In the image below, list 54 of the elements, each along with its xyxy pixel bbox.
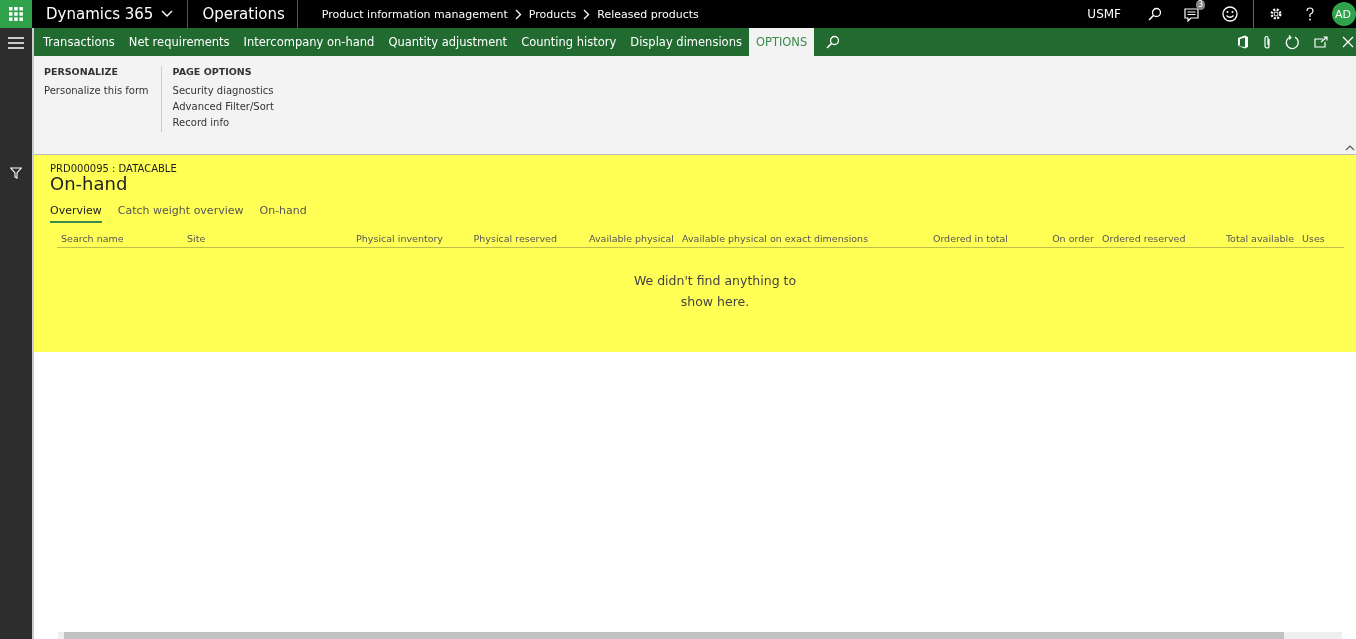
attachment-icon[interactable]: [1263, 34, 1271, 50]
breadcrumb-link[interactable]: Released products: [597, 7, 699, 21]
refresh-icon[interactable]: [1285, 34, 1300, 50]
search-icon[interactable]: [826, 35, 841, 49]
group-heading: PERSONALIZE: [44, 66, 119, 77]
office-icon[interactable]: [1237, 35, 1249, 49]
notification-count: 3: [1195, 0, 1205, 10]
horizontal-scrollbar[interactable]: [58, 632, 1342, 639]
column-header[interactable]: Ordered reserved: [1102, 233, 1186, 244]
group-heading: PAGE OPTIONS: [172, 66, 253, 77]
page-title: On-hand: [50, 174, 129, 194]
close-icon[interactable]: [1342, 36, 1354, 48]
chevron-right-icon: [583, 8, 591, 20]
chevron-right-icon: [514, 8, 522, 20]
chevron-up-icon[interactable]: [1345, 145, 1355, 151]
app-launcher-icon[interactable]: [0, 0, 32, 28]
search-icon[interactable]: [1148, 7, 1162, 21]
action-tab[interactable]: Transactions: [36, 28, 122, 56]
breadcrumb-link[interactable]: Products: [528, 7, 577, 21]
column-header[interactable]: Ordered in total: [932, 233, 1008, 244]
column-header[interactable]: Physical inventory: [356, 233, 443, 244]
action-tab[interactable]: Net requirements: [121, 28, 237, 56]
column-header[interactable]: Physical reserved: [473, 233, 557, 244]
company-picker[interactable]: USMF: [1087, 7, 1121, 21]
column-header[interactable]: Uses: [1302, 233, 1325, 244]
tab[interactable]: On-hand: [259, 204, 307, 223]
action-tab[interactable]: Counting history: [514, 28, 624, 56]
empty-message: We didn't find anything to show here.: [632, 272, 798, 311]
message-icon[interactable]: [1184, 6, 1200, 22]
column-header[interactable]: On order: [1052, 233, 1094, 244]
action-tab[interactable]: Display dimensions: [623, 28, 749, 56]
menu-item[interactable]: Security diagnostics: [172, 83, 274, 99]
filter-icon[interactable]: [10, 167, 22, 179]
tab[interactable]: Overview: [50, 204, 102, 223]
menu-item[interactable]: Personalize this form: [44, 83, 149, 99]
help-icon[interactable]: [1305, 7, 1315, 21]
column-header[interactable]: Search name: [61, 233, 124, 244]
column-header[interactable]: Available physical on exact dimensions: [682, 233, 869, 244]
settings-icon[interactable]: [1269, 7, 1283, 21]
breadcrumb-link[interactable]: Product information management: [321, 7, 508, 21]
action-tab[interactable]: Quantity adjustment: [381, 28, 515, 56]
column-header[interactable]: Available physical: [589, 233, 674, 244]
menu-item[interactable]: Record info: [172, 115, 274, 131]
chevron-down-icon: [161, 10, 174, 18]
column-header[interactable]: Total available: [1225, 233, 1294, 244]
smiley-icon[interactable]: [1222, 6, 1238, 22]
tab[interactable]: Catch weight overview: [117, 204, 244, 223]
action-tab[interactable]: Intercompany on-hand: [236, 28, 382, 56]
open-in-new-window-icon[interactable]: [1314, 36, 1328, 48]
menu-icon[interactable]: [8, 37, 24, 49]
action-tab[interactable]: OPTIONS: [748, 28, 815, 56]
record-caption: PRD000095 : DATACABLE: [50, 163, 178, 174]
column-header[interactable]: Site: [187, 233, 206, 244]
menu-item[interactable]: Advanced Filter/Sort: [172, 99, 274, 115]
